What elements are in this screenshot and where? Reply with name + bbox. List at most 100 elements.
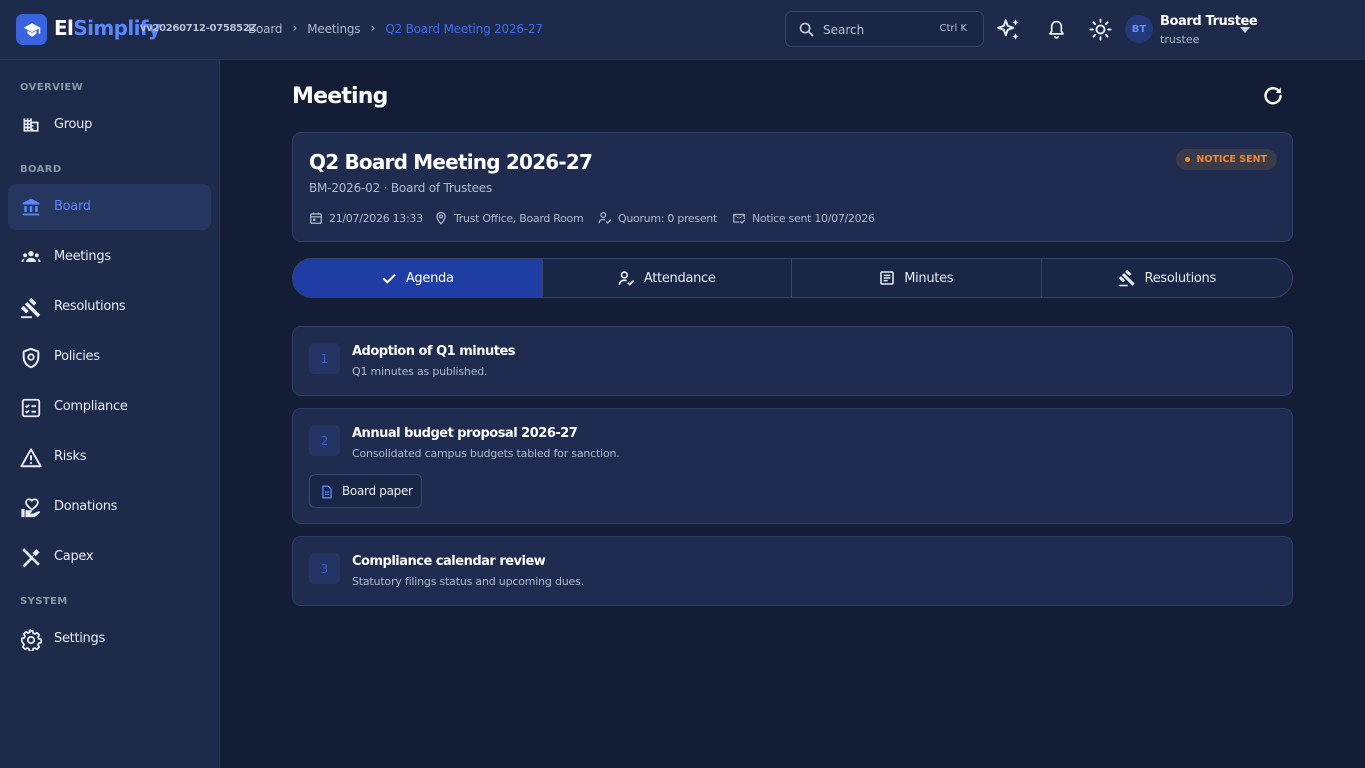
status-badge-label: NOTICE SENT xyxy=(1196,154,1267,165)
search-placeholder: Search xyxy=(823,23,865,37)
status-badge: NOTICE SENT xyxy=(1176,149,1277,170)
meeting-datetime-text: 21/07/2026 13:33 xyxy=(329,211,423,225)
meeting-location: Trust Office, Board Room xyxy=(434,211,584,225)
people-icon xyxy=(21,251,41,262)
top-bar: ElSimplify vv20260712-075852Z Board › Me… xyxy=(0,0,1365,60)
search-shortcut: Ctrl K xyxy=(939,23,967,34)
agenda-item-title: Adoption of Q1 minutes xyxy=(352,344,516,359)
meeting-datetime: 21/07/2026 13:33 xyxy=(309,211,423,225)
sparkle-icon[interactable] xyxy=(996,17,1022,43)
meeting-quorum-text: Quorum: 0 present xyxy=(618,211,717,225)
donation-icon xyxy=(21,498,40,518)
agenda-item-title: Compliance calendar review xyxy=(352,554,546,569)
mail-check-icon xyxy=(733,213,746,224)
tab-attendance[interactable]: Attendance xyxy=(543,259,792,297)
sidebar-item-compliance[interactable]: Compliance xyxy=(8,384,211,430)
quorum-icon xyxy=(598,212,612,224)
agenda-item-number: 2 xyxy=(309,425,340,456)
gavel-icon xyxy=(20,297,41,319)
gear-icon xyxy=(20,629,42,651)
meeting-location-text: Trust Office, Board Room xyxy=(454,211,584,225)
tab-resolutions[interactable]: Resolutions xyxy=(1042,259,1293,297)
version-label: vv20260712-075852Z xyxy=(140,23,257,34)
sidebar-item-board[interactable]: Board xyxy=(8,184,211,230)
agenda-item-description: Consolidated campus budgets tabled for s… xyxy=(352,447,620,460)
calendar-icon xyxy=(310,212,322,224)
agenda-item-title: Annual budget proposal 2026-27 xyxy=(352,426,578,441)
meeting-notice: Notice sent 10/07/2026 xyxy=(732,211,875,225)
sidebar-item-donations[interactable]: Donations xyxy=(8,484,211,530)
section-overview: OVERVIEW xyxy=(20,82,84,93)
agenda-item-description: Statutory filings status and upcoming du… xyxy=(352,575,584,588)
sidebar-item-meetings[interactable]: Meetings xyxy=(8,234,211,280)
breadcrumb-meetings[interactable]: Meetings xyxy=(307,22,360,36)
user-role: trustee xyxy=(1160,33,1200,46)
app-logo[interactable] xyxy=(16,14,47,45)
avatar[interactable]: BT xyxy=(1125,15,1153,43)
breadcrumb: Board › Meetings › Q2 Board Meeting 2026… xyxy=(248,21,543,36)
sidebar-item-label: Meetings xyxy=(54,249,111,264)
sidebar-item-label: Risks xyxy=(54,449,87,464)
sidebar-item-label: Compliance xyxy=(54,399,128,414)
meeting-quorum: Quorum: 0 present xyxy=(598,211,717,225)
search-icon xyxy=(799,22,814,37)
checklist-icon xyxy=(21,398,41,418)
search-input[interactable]: Search Ctrl K xyxy=(785,11,984,47)
agenda-item[interactable]: 2 Annual budget proposal 2026-27 Consoli… xyxy=(292,408,1293,524)
document-icon xyxy=(880,271,894,285)
sidebar-item-label: Settings xyxy=(54,631,105,646)
refresh-icon[interactable] xyxy=(1261,84,1285,108)
agenda-item[interactable]: 1 Adoption of Q1 minutes Q1 minutes as p… xyxy=(292,326,1293,396)
location-pin-icon xyxy=(436,211,446,225)
breadcrumb-current: Q2 Board Meeting 2026-27 xyxy=(385,21,543,36)
sun-icon[interactable] xyxy=(1089,18,1112,41)
warning-icon xyxy=(20,448,42,468)
chevron-down-icon[interactable] xyxy=(1240,27,1250,33)
attendance-icon xyxy=(618,270,635,286)
building-icon xyxy=(23,118,39,132)
graduation-cap-icon xyxy=(23,22,40,37)
breadcrumb-board[interactable]: Board xyxy=(248,22,282,36)
sidebar-item-label: Capex xyxy=(54,549,94,564)
board-paper-label: Board paper xyxy=(342,484,413,498)
sidebar-item-label: Resolutions xyxy=(54,299,126,314)
sidebar-item-settings[interactable]: Settings xyxy=(8,616,211,662)
sidebar-item-label: Group xyxy=(54,117,93,132)
chevron-right-icon: › xyxy=(370,21,376,36)
sidebar-item-label: Board xyxy=(54,199,91,214)
meeting-title: Q2 Board Meeting 2026-27 xyxy=(309,150,593,174)
tab-label: Attendance xyxy=(643,270,716,286)
meeting-tabs: Agenda Attendance Minutes Resolutions xyxy=(292,258,1293,298)
sidebar-item-resolutions[interactable]: Resolutions xyxy=(8,284,211,330)
meeting-subtitle: BM-2026-02 · Board of Trustees xyxy=(309,181,493,195)
tab-label: Minutes xyxy=(904,270,954,286)
tab-label: Agenda xyxy=(405,270,454,286)
bank-icon xyxy=(22,198,40,216)
gavel-icon xyxy=(1118,269,1135,287)
section-system: SYSTEM xyxy=(20,596,68,607)
meeting-header-card: Q2 Board Meeting 2026-27 BM-2026-02 · Bo… xyxy=(292,132,1293,242)
tab-agenda[interactable]: Agenda xyxy=(293,259,543,297)
agenda-item-number: 3 xyxy=(309,553,340,584)
section-board: BOARD xyxy=(20,164,62,175)
agenda-item-number: 1 xyxy=(309,343,340,374)
tools-icon xyxy=(22,548,40,568)
tab-minutes[interactable]: Minutes xyxy=(792,259,1042,297)
sidebar-item-capex[interactable]: Capex xyxy=(8,534,211,580)
sidebar-item-label: Policies xyxy=(54,349,100,364)
meeting-notice-text: Notice sent 10/07/2026 xyxy=(752,211,875,225)
check-icon xyxy=(382,273,396,284)
chevron-right-icon: › xyxy=(292,21,298,36)
sidebar-item-label: Donations xyxy=(54,499,118,514)
board-paper-button[interactable]: Board paper xyxy=(309,474,422,508)
agenda-item[interactable]: 3 Compliance calendar review Statutory f… xyxy=(292,536,1293,606)
page-title: Meeting xyxy=(292,84,388,109)
agenda-item-description: Q1 minutes as published. xyxy=(352,365,488,378)
tab-label: Resolutions xyxy=(1144,270,1217,286)
sidebar-item-group[interactable]: Group xyxy=(8,102,211,148)
bell-icon[interactable] xyxy=(1046,18,1067,41)
sidebar-item-risks[interactable]: Risks xyxy=(8,434,211,480)
sidebar-item-policies[interactable]: Policies xyxy=(8,334,211,380)
shield-icon xyxy=(22,347,40,369)
sidebar: OVERVIEW Group BOARD Board Meetings Reso… xyxy=(0,60,220,768)
